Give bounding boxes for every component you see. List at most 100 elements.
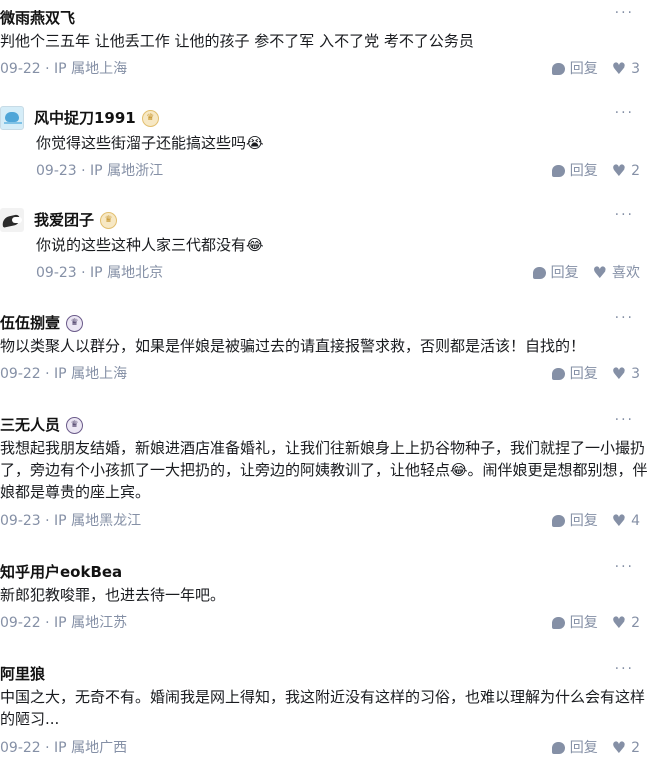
comment-actions: 回复 ♥ 2 bbox=[551, 612, 640, 634]
meta-separator: · bbox=[45, 61, 50, 77]
comment-date: 09-23 bbox=[0, 513, 41, 529]
comment-meta: 09-22 · IP 属地广西 bbox=[0, 737, 127, 759]
comment-bubble-icon bbox=[532, 267, 546, 279]
comment-bubble-icon bbox=[551, 165, 565, 177]
like-button[interactable]: ♥ 2 bbox=[612, 612, 640, 634]
meta-separator: · bbox=[81, 163, 86, 179]
comment-author: 风中捉刀1991 ♛ bbox=[0, 106, 159, 130]
like-count: 3 bbox=[631, 61, 640, 77]
reply-label: 回复 bbox=[569, 740, 598, 756]
comment-meta: 09-23 · IP 属地浙江 bbox=[36, 160, 163, 182]
more-options-icon[interactable]: ··· bbox=[615, 309, 634, 327]
comment-bubble-icon bbox=[551, 742, 565, 754]
heart-icon: ♥ bbox=[611, 738, 627, 757]
crown-badge-icon: ♛ bbox=[66, 416, 84, 434]
crown-badge-icon: ♛ bbox=[66, 314, 84, 332]
more-options-icon[interactable]: ··· bbox=[615, 411, 634, 429]
more-options-icon[interactable]: ··· bbox=[615, 104, 634, 122]
comment-bubble-icon bbox=[551, 63, 565, 75]
heart-icon: ♥ bbox=[611, 613, 627, 632]
reply-label: 回复 bbox=[550, 265, 579, 281]
comment-ip-location: IP 属地江苏 bbox=[54, 615, 128, 631]
meta-separator: · bbox=[81, 265, 86, 281]
comment-author: 阿里狼 bbox=[0, 662, 45, 686]
reply-label: 回复 bbox=[569, 163, 598, 179]
comment-meta: 09-22 · IP 属地上海 bbox=[0, 363, 127, 385]
comment-author: 三无人员 ♛ bbox=[0, 413, 84, 437]
meta-separator: · bbox=[45, 740, 50, 756]
heart-icon: ♥ bbox=[592, 263, 607, 282]
like-button[interactable]: ♥ 3 bbox=[612, 363, 640, 385]
reply-button[interactable]: 回复 bbox=[551, 58, 598, 80]
like-count: 2 bbox=[631, 615, 640, 631]
meta-separator: · bbox=[45, 513, 50, 529]
author-name[interactable]: 伍伍捌壹 bbox=[0, 311, 60, 335]
comment-author: 伍伍捌壹 ♛ bbox=[0, 311, 84, 335]
comment-ip-location: IP 属地浙江 bbox=[90, 163, 164, 179]
heart-icon: ♥ bbox=[611, 161, 627, 180]
comment-author: 知乎用户eokBea bbox=[0, 560, 122, 584]
author-name[interactable]: 我爱团子 bbox=[34, 208, 94, 232]
comment-author: 微雨燕双飞 bbox=[0, 6, 75, 30]
crown-badge-icon: ♛ bbox=[100, 211, 118, 229]
like-button[interactable]: ♥ 4 bbox=[612, 510, 640, 532]
reply-button[interactable]: 回复 bbox=[551, 612, 598, 634]
comment-date: 09-23 bbox=[36, 163, 77, 179]
like-count: 喜欢 bbox=[612, 265, 640, 281]
comment-meta: 09-22 · IP 属地上海 bbox=[0, 58, 127, 80]
like-button[interactable]: ♥ 2 bbox=[612, 160, 640, 182]
like-count: 3 bbox=[631, 366, 640, 382]
reply-label: 回复 bbox=[569, 513, 598, 529]
like-button[interactable]: ♥ 喜欢 bbox=[593, 262, 640, 284]
comment-actions: 回复 ♥ 3 bbox=[551, 58, 640, 80]
heart-icon: ♥ bbox=[611, 511, 627, 530]
comment-text: 新郎犯教唆罪，也进去待一年吧。 bbox=[0, 586, 226, 604]
comment-text: 中国之大，无奇不有。婚闹我是网上得知，我这附近没有这样的习俗，也难以理解为什么会… bbox=[0, 688, 646, 728]
comment-text: 你觉得这些街溜子还能搞这些吗😭 bbox=[36, 134, 264, 152]
reply-label: 回复 bbox=[569, 366, 598, 382]
reply-button[interactable]: 回复 bbox=[551, 363, 598, 385]
comment-actions: 回复 ♥ 喜欢 bbox=[532, 262, 640, 284]
comment-ip-location: IP 属地上海 bbox=[54, 366, 128, 382]
comment-ip-location: IP 属地北京 bbox=[90, 265, 164, 281]
comment-bubble-icon bbox=[551, 515, 565, 527]
crown-badge-icon: ♛ bbox=[141, 109, 159, 127]
comment-ip-location: IP 属地广西 bbox=[54, 740, 128, 756]
avatar[interactable] bbox=[0, 208, 24, 232]
reply-button[interactable]: 回复 bbox=[551, 510, 598, 532]
author-name[interactable]: 风中捉刀1991 bbox=[34, 106, 136, 130]
like-count: 2 bbox=[631, 740, 640, 756]
reply-button[interactable]: 回复 bbox=[551, 737, 598, 759]
avatar[interactable] bbox=[0, 106, 24, 130]
comment-bubble-icon bbox=[551, 617, 565, 629]
author-name[interactable]: 阿里狼 bbox=[0, 662, 45, 686]
comment-ip-location: IP 属地上海 bbox=[54, 61, 128, 77]
author-name[interactable]: 知乎用户eokBea bbox=[0, 560, 122, 584]
comment-text: 判他个三五年 让他丢工作 让他的孩子 参不了军 入不了党 考不了公务员 bbox=[0, 32, 474, 50]
more-options-icon[interactable]: ··· bbox=[615, 206, 634, 224]
comment-text: 我想起我朋友结婚，新娘进酒店准备婚礼，让我们往新娘身上上扔谷物种子，我们就捏了一… bbox=[0, 439, 648, 501]
reply-label: 回复 bbox=[569, 615, 598, 631]
heart-icon: ♥ bbox=[611, 364, 627, 383]
meta-separator: · bbox=[45, 366, 50, 382]
more-options-icon[interactable]: ··· bbox=[615, 558, 634, 576]
comment-actions: 回复 ♥ 4 bbox=[551, 510, 640, 532]
comment-author: 我爱团子 ♛ bbox=[0, 208, 118, 232]
like-button[interactable]: ♥ 3 bbox=[612, 58, 640, 80]
reply-button[interactable]: 回复 bbox=[532, 262, 579, 284]
comment-meta: 09-23 · IP 属地黑龙江 bbox=[0, 510, 141, 532]
more-options-icon[interactable]: ··· bbox=[615, 660, 634, 678]
comment-actions: 回复 ♥ 2 bbox=[551, 160, 640, 182]
author-name[interactable]: 三无人员 bbox=[0, 413, 60, 437]
like-count: 2 bbox=[631, 163, 640, 179]
comment-date: 09-22 bbox=[0, 61, 41, 77]
like-button[interactable]: ♥ 2 bbox=[612, 737, 640, 759]
more-options-icon[interactable]: ··· bbox=[615, 4, 634, 22]
comment-bubble-icon bbox=[551, 368, 565, 380]
reply-button[interactable]: 回复 bbox=[551, 160, 598, 182]
comment-date: 09-23 bbox=[36, 265, 77, 281]
author-name[interactable]: 微雨燕双飞 bbox=[0, 6, 75, 30]
comment-ip-location: IP 属地黑龙江 bbox=[54, 513, 142, 529]
reply-label: 回复 bbox=[569, 61, 598, 77]
comment-date: 09-22 bbox=[0, 615, 41, 631]
